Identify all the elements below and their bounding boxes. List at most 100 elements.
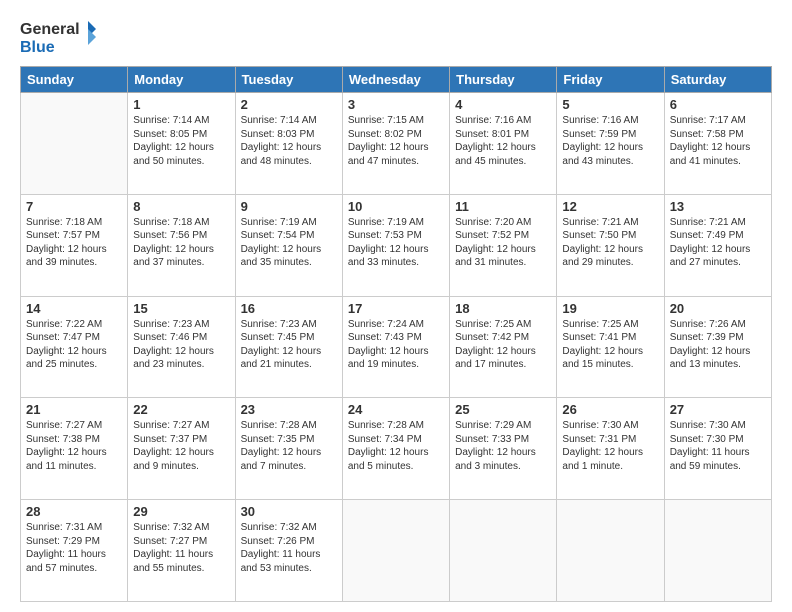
- page-header: GeneralBlue: [20, 16, 772, 56]
- day-info: Sunrise: 7:17 AM Sunset: 7:58 PM Dayligh…: [670, 114, 766, 168]
- day-number: 30: [241, 504, 337, 519]
- day-number: 9: [241, 199, 337, 214]
- day-info: Sunrise: 7:30 AM Sunset: 7:31 PM Dayligh…: [562, 419, 658, 473]
- day-info: Sunrise: 7:32 AM Sunset: 7:27 PM Dayligh…: [133, 521, 229, 575]
- day-number: 4: [455, 97, 551, 112]
- day-number: 29: [133, 504, 229, 519]
- day-number: 16: [241, 301, 337, 316]
- day-info: Sunrise: 7:23 AM Sunset: 7:46 PM Dayligh…: [133, 318, 229, 372]
- calendar-cell: [450, 500, 557, 602]
- calendar-header-row: SundayMondayTuesdayWednesdayThursdayFrid…: [21, 67, 772, 93]
- day-number: 5: [562, 97, 658, 112]
- week-row-2: 14Sunrise: 7:22 AM Sunset: 7:47 PM Dayli…: [21, 296, 772, 398]
- day-number: 21: [26, 402, 122, 417]
- day-info: Sunrise: 7:25 AM Sunset: 7:42 PM Dayligh…: [455, 318, 551, 372]
- calendar-cell: 2 Sunrise: 7:14 AM Sunset: 8:03 PM Daylig…: [235, 93, 342, 195]
- calendar-cell: [557, 500, 664, 602]
- day-number: 19: [562, 301, 658, 316]
- calendar-cell: 23Sunrise: 7:28 AM Sunset: 7:35 PM Dayli…: [235, 398, 342, 500]
- calendar-cell: [664, 500, 771, 602]
- day-info: Sunrise: 7:28 AM Sunset: 7:34 PM Dayligh…: [348, 419, 444, 473]
- week-row-1: 7 Sunrise: 7:18 AM Sunset: 7:57 PM Daylig…: [21, 194, 772, 296]
- day-number: 18: [455, 301, 551, 316]
- col-header-wednesday: Wednesday: [342, 67, 449, 93]
- day-number: 10: [348, 199, 444, 214]
- day-number: 28: [26, 504, 122, 519]
- week-row-0: 1 Sunrise: 7:14 AM Sunset: 8:05 PM Daylig…: [21, 93, 772, 195]
- svg-text:Blue: Blue: [20, 39, 55, 56]
- day-info: Sunrise: 7:29 AM Sunset: 7:33 PM Dayligh…: [455, 419, 551, 473]
- day-number: 3: [348, 97, 444, 112]
- calendar-cell: 21 Sunrise: 7:27 AM Sunset: 7:38 PM Dayli…: [21, 398, 128, 500]
- day-number: 11: [455, 199, 551, 214]
- day-info: Sunrise: 7:16 AM Sunset: 8:01 PM Dayligh…: [455, 114, 551, 168]
- day-info: Sunrise: 7:20 AM Sunset: 7:52 PM Dayligh…: [455, 216, 551, 270]
- day-number: 23: [241, 402, 337, 417]
- day-number: 20: [670, 301, 766, 316]
- day-info: Sunrise: 7:19 AM Sunset: 7:53 PM Dayligh…: [348, 216, 444, 270]
- day-info: Sunrise: 7:24 AM Sunset: 7:43 PM Dayligh…: [348, 318, 444, 372]
- day-info: Sunrise: 7:16 AM Sunset: 7:59 PM Dayligh…: [562, 114, 658, 168]
- calendar-cell: 1 Sunrise: 7:14 AM Sunset: 8:05 PM Daylig…: [128, 93, 235, 195]
- calendar-cell: 5 Sunrise: 7:16 AM Sunset: 7:59 PM Daylig…: [557, 93, 664, 195]
- calendar-cell: 24 Sunrise: 7:28 AM Sunset: 7:34 PM Dayli…: [342, 398, 449, 500]
- logo: GeneralBlue: [20, 16, 100, 56]
- day-info: Sunrise: 7:14 AM Sunset: 8:05 PM Dayligh…: [133, 114, 229, 168]
- day-info: Sunrise: 7:31 AM Sunset: 7:29 PM Dayligh…: [26, 521, 122, 575]
- calendar-cell: 13 Sunrise: 7:21 AM Sunset: 7:49 PM Dayli…: [664, 194, 771, 296]
- calendar-cell: 8 Sunrise: 7:18 AM Sunset: 7:56 PM Daylig…: [128, 194, 235, 296]
- week-row-3: 21 Sunrise: 7:27 AM Sunset: 7:38 PM Dayli…: [21, 398, 772, 500]
- day-info: Sunrise: 7:30 AM Sunset: 7:30 PM Dayligh…: [670, 419, 766, 473]
- calendar-table: SundayMondayTuesdayWednesdayThursdayFrid…: [20, 66, 772, 602]
- calendar-cell: 6 Sunrise: 7:17 AM Sunset: 7:58 PM Daylig…: [664, 93, 771, 195]
- calendar-cell: 27Sunrise: 7:30 AM Sunset: 7:30 PM Dayli…: [664, 398, 771, 500]
- col-header-monday: Monday: [128, 67, 235, 93]
- calendar-cell: 14Sunrise: 7:22 AM Sunset: 7:47 PM Dayli…: [21, 296, 128, 398]
- day-number: 24: [348, 402, 444, 417]
- calendar-cell: 22 Sunrise: 7:27 AM Sunset: 7:37 PM Dayli…: [128, 398, 235, 500]
- day-info: Sunrise: 7:21 AM Sunset: 7:50 PM Dayligh…: [562, 216, 658, 270]
- calendar-cell: 28 Sunrise: 7:31 AM Sunset: 7:29 PM Dayli…: [21, 500, 128, 602]
- day-info: Sunrise: 7:25 AM Sunset: 7:41 PM Dayligh…: [562, 318, 658, 372]
- day-info: Sunrise: 7:21 AM Sunset: 7:49 PM Dayligh…: [670, 216, 766, 270]
- day-info: Sunrise: 7:18 AM Sunset: 7:57 PM Dayligh…: [26, 216, 122, 270]
- calendar-cell: 3Sunrise: 7:15 AM Sunset: 8:02 PM Daylig…: [342, 93, 449, 195]
- day-number: 6: [670, 97, 766, 112]
- day-number: 1: [133, 97, 229, 112]
- calendar-cell: 11 Sunrise: 7:20 AM Sunset: 7:52 PM Dayli…: [450, 194, 557, 296]
- calendar-cell: 10 Sunrise: 7:19 AM Sunset: 7:53 PM Dayli…: [342, 194, 449, 296]
- day-number: 8: [133, 199, 229, 214]
- day-number: 12: [562, 199, 658, 214]
- calendar-cell: 18 Sunrise: 7:25 AM Sunset: 7:42 PM Dayli…: [450, 296, 557, 398]
- col-header-tuesday: Tuesday: [235, 67, 342, 93]
- calendar-cell: 20 Sunrise: 7:26 AM Sunset: 7:39 PM Dayli…: [664, 296, 771, 398]
- day-number: 13: [670, 199, 766, 214]
- day-number: 25: [455, 402, 551, 417]
- calendar-cell: 17Sunrise: 7:24 AM Sunset: 7:43 PM Dayli…: [342, 296, 449, 398]
- calendar-cell: 16Sunrise: 7:23 AM Sunset: 7:45 PM Dayli…: [235, 296, 342, 398]
- col-header-thursday: Thursday: [450, 67, 557, 93]
- day-info: Sunrise: 7:32 AM Sunset: 7:26 PM Dayligh…: [241, 521, 337, 575]
- day-number: 15: [133, 301, 229, 316]
- day-info: Sunrise: 7:19 AM Sunset: 7:54 PM Dayligh…: [241, 216, 337, 270]
- day-number: 2: [241, 97, 337, 112]
- calendar-cell: 15 Sunrise: 7:23 AM Sunset: 7:46 PM Dayli…: [128, 296, 235, 398]
- day-info: Sunrise: 7:18 AM Sunset: 7:56 PM Dayligh…: [133, 216, 229, 270]
- day-number: 7: [26, 199, 122, 214]
- calendar-cell: 19 Sunrise: 7:25 AM Sunset: 7:41 PM Dayli…: [557, 296, 664, 398]
- day-number: 22: [133, 402, 229, 417]
- calendar-cell: 25 Sunrise: 7:29 AM Sunset: 7:33 PM Dayli…: [450, 398, 557, 500]
- day-info: Sunrise: 7:14 AM Sunset: 8:03 PM Dayligh…: [241, 114, 337, 168]
- day-info: Sunrise: 7:26 AM Sunset: 7:39 PM Dayligh…: [670, 318, 766, 372]
- calendar-cell: [342, 500, 449, 602]
- col-header-friday: Friday: [557, 67, 664, 93]
- calendar-cell: 29 Sunrise: 7:32 AM Sunset: 7:27 PM Dayli…: [128, 500, 235, 602]
- calendar-cell: 9 Sunrise: 7:19 AM Sunset: 7:54 PM Daylig…: [235, 194, 342, 296]
- calendar-cell: 26 Sunrise: 7:30 AM Sunset: 7:31 PM Dayli…: [557, 398, 664, 500]
- calendar-cell: 4 Sunrise: 7:16 AM Sunset: 8:01 PM Daylig…: [450, 93, 557, 195]
- day-info: Sunrise: 7:27 AM Sunset: 7:37 PM Dayligh…: [133, 419, 229, 473]
- calendar-cell: 12 Sunrise: 7:21 AM Sunset: 7:50 PM Dayli…: [557, 194, 664, 296]
- day-info: Sunrise: 7:27 AM Sunset: 7:38 PM Dayligh…: [26, 419, 122, 473]
- day-number: 26: [562, 402, 658, 417]
- calendar-cell: [21, 93, 128, 195]
